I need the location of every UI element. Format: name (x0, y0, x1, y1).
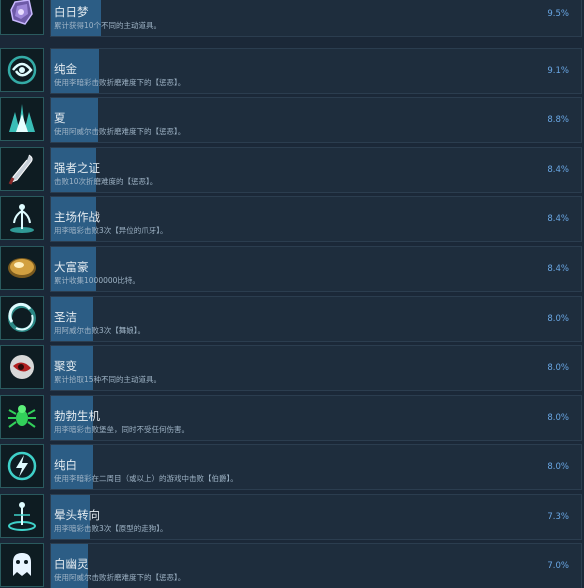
achievement-row: 勃勃生机 用李暗彩击败堡垒，同时不受任何伤害。 8.0% (0, 395, 584, 441)
achievement-percent: 8.0% (547, 314, 569, 324)
achievement-row: 圣洁 用阿威尔击败3次【舞娘】。 8.0% (0, 296, 584, 342)
achievement-percent: 8.0% (547, 413, 569, 423)
achievement-row: 白日梦 累计获得10个不同的主动道具。 9.5% (0, 0, 584, 37)
achievement-percent: 8.0% (547, 363, 569, 373)
achievement-row: 强者之证 击败10次折磨难度的【惩恶】。 8.4% (0, 147, 584, 193)
achievement-title: 强者之证 (54, 161, 100, 175)
achievement-bar: 白日梦 累计获得10个不同的主动道具。 9.5% (50, 0, 582, 37)
achievement-bar: 大富豪 累计收集1000000比特。 8.4% (50, 246, 582, 292)
achievement-row: 夏 使用阿威尔击败折磨难度下的【惩恶】。 8.8% (0, 97, 584, 143)
achievement-percent: 8.4% (547, 165, 569, 175)
achievement-row: 晕头转向 用李暗彩击败3次【原型的走狗】。 7.3% (0, 494, 584, 540)
achievement-title: 晕头转向 (54, 508, 100, 522)
achievement-bar: 晕头转向 用李暗彩击败3次【原型的走狗】。 7.3% (50, 494, 582, 540)
ghost-icon (0, 543, 44, 587)
achievement-title: 白日梦 (54, 5, 89, 19)
crystal-icon (0, 0, 44, 35)
achievement-title: 聚变 (54, 359, 77, 373)
achievement-title: 主场作战 (54, 210, 100, 224)
achievement-title: 纯白 (54, 458, 77, 472)
achievement-description: 使用阿威尔击败折磨难度下的【惩恶】。 (54, 573, 186, 582)
achievement-title: 圣洁 (54, 310, 77, 324)
achievement-bar: 勃勃生机 用李暗彩击败堡垒，同时不受任何伤害。 8.0% (50, 395, 582, 441)
achievement-row: 大富豪 累计收集1000000比特。 8.4% (0, 246, 584, 292)
achievement-title: 纯金 (54, 62, 77, 76)
achievement-description: 累计获得10个不同的主动道具。 (54, 21, 162, 30)
achievement-percent: 9.5% (547, 9, 569, 19)
achievement-title: 勃勃生机 (54, 409, 100, 423)
achievement-description: 用李暗彩击败3次【原型的走狗】。 (54, 524, 168, 533)
achievement-row: 主场作战 用李暗彩击败3次【异位的爪牙】。 8.4% (0, 196, 584, 242)
achievement-description: 使用李暗彩在二周目（或以上）的游戏中击败【伯爵】。 (54, 474, 238, 483)
achievement-row: 纯金 使用李暗彩击败折磨难度下的【惩恶】。 9.1% (0, 48, 584, 94)
achievement-percent: 8.4% (547, 264, 569, 274)
achievement-description: 用阿威尔击败3次【舞娘】。 (54, 326, 146, 335)
achievement-bar: 圣洁 用阿威尔击败3次【舞娘】。 8.0% (50, 296, 582, 342)
achievement-percent: 8.8% (547, 115, 569, 125)
achievement-description: 使用阿威尔击败折磨难度下的【惩恶】。 (54, 127, 186, 136)
achievement-bar: 主场作战 用李暗彩击败3次【异位的爪牙】。 8.4% (50, 196, 582, 242)
orb-icon (0, 345, 44, 389)
spikes-icon (0, 97, 44, 141)
achievement-description: 使用李暗彩击败折磨难度下的【惩恶】。 (54, 78, 186, 87)
spider-icon (0, 395, 44, 439)
beacon-icon (0, 494, 44, 538)
achievement-percent: 7.3% (547, 512, 569, 522)
achievement-percent: 7.0% (547, 561, 569, 571)
achievement-bar: 纯金 使用李暗彩击败折磨难度下的【惩恶】。 9.1% (50, 48, 582, 94)
achievement-row: 纯白 使用李暗彩在二周目（或以上）的游戏中击败【伯爵】。 8.0% (0, 444, 584, 490)
achievement-title: 大富豪 (54, 260, 89, 274)
achievement-description: 累计收集1000000比特。 (54, 276, 140, 285)
swirl-icon (0, 48, 44, 92)
achievement-row: 聚变 累计拾取15种不同的主动道具。 8.0% (0, 345, 584, 391)
achievement-title: 夏 (54, 111, 66, 125)
achievement-bar: 白幽灵 使用阿威尔击败折磨难度下的【惩恶】。 7.0% (50, 543, 582, 588)
achievement-percent: 9.1% (547, 66, 569, 76)
achievement-description: 击败10次折磨难度的【惩恶】。 (54, 177, 158, 186)
achievement-description: 用李暗彩击败3次【异位的爪牙】。 (54, 226, 168, 235)
achievement-row: 白幽灵 使用阿威尔击败折磨难度下的【惩恶】。 7.0% (0, 543, 584, 588)
achievement-bar: 夏 使用阿威尔击败折磨难度下的【惩恶】。 8.8% (50, 97, 582, 143)
achievement-title: 白幽灵 (54, 557, 89, 571)
achievement-description: 用李暗彩击败堡垒，同时不受任何伤害。 (54, 425, 189, 434)
achievement-percent: 8.4% (547, 214, 569, 224)
ring-icon (0, 296, 44, 340)
achievement-description: 累计拾取15种不同的主动道具。 (54, 375, 162, 384)
achievement-bar: 纯白 使用李暗彩在二周目（或以上）的游戏中击败【伯爵】。 8.0% (50, 444, 582, 490)
lightning-ring-icon (0, 444, 44, 488)
fountain-icon (0, 196, 44, 240)
achievement-bar: 聚变 累计拾取15种不同的主动道具。 8.0% (50, 345, 582, 391)
coin-icon (0, 246, 44, 290)
achievement-percent: 8.0% (547, 462, 569, 472)
achievement-bar: 强者之证 击败10次折磨难度的【惩恶】。 8.4% (50, 147, 582, 193)
blade-icon (0, 147, 44, 191)
achievement-list: 白日梦 累计获得10个不同的主动道具。 9.5% 纯金 使用李暗彩击败折磨难度下… (0, 0, 584, 588)
